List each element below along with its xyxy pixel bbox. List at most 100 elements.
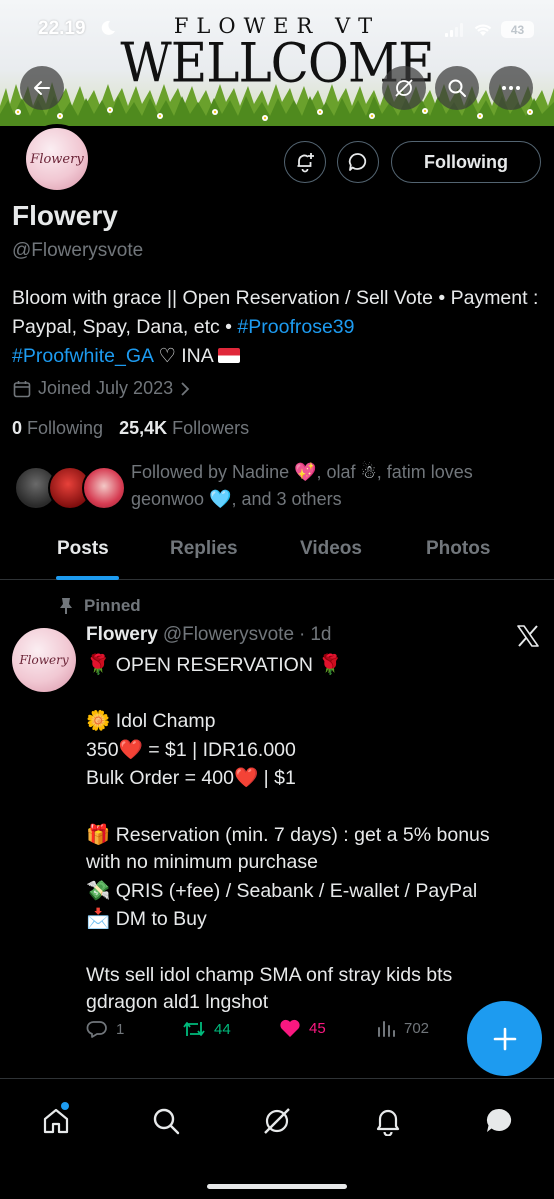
views-icon (378, 1021, 395, 1037)
wifi-icon (474, 24, 492, 36)
back-arrow-icon (34, 81, 50, 95)
reply-count: 1 (116, 1020, 125, 1038)
search-icon (448, 79, 466, 97)
followed-by-part: , olaf (316, 462, 361, 482)
post-text-segment: DM to Buy (110, 908, 207, 931)
calendar-icon (13, 380, 31, 397)
post-actions: 1 44 45 702 (86, 1018, 466, 1046)
profile-tabs: Posts Replies Videos Photos (0, 528, 554, 580)
follow-stats: 0 Following 25,4K Followers (12, 418, 249, 439)
repost-action[interactable]: 44 (182, 1018, 231, 1040)
explore-icon (153, 1108, 180, 1135)
reply-action[interactable]: 1 (86, 1018, 124, 1040)
post-author-name[interactable]: Flowery (86, 624, 158, 646)
pinned-text: Pinned (84, 596, 141, 615)
x-logo-icon (517, 625, 539, 647)
nav-notifications[interactable] (368, 1101, 408, 1141)
post-emoji: ❤️ (233, 766, 259, 790)
battery-indicator: 43 (501, 21, 534, 38)
hashtag-proofwhite-ga[interactable]: #Proofwhite_GA (12, 345, 153, 367)
post-text-line: with no minimum purchase (86, 849, 536, 877)
following-count: 0 (12, 418, 23, 438)
views-action[interactable]: 702 (376, 1018, 429, 1038)
back-button[interactable] (20, 66, 64, 110)
view-count: 702 (404, 1019, 430, 1037)
pin-icon (60, 598, 72, 614)
post-separator: · (299, 624, 306, 645)
message-icon (348, 153, 367, 171)
post-emoji: 📩 (86, 907, 111, 931)
notify-bell-plus-icon (297, 153, 314, 173)
post-text-line: 📩 DM to Buy (86, 905, 536, 934)
hashtag-proofrose39[interactable]: #Proofrose39 (237, 316, 354, 338)
repost-icon (183, 1022, 205, 1036)
grok-button[interactable] (382, 66, 426, 110)
nav-grok[interactable] (257, 1101, 297, 1141)
sparkling-heart-emoji: 💖 (294, 462, 317, 483)
post-text-line: 💸 QRIS (+fee) / Seabank / E-wallet / Pay… (86, 877, 536, 906)
search-button[interactable] (435, 66, 479, 110)
notifications-icon (376, 1109, 400, 1136)
tab-posts[interactable]: Posts (57, 538, 109, 560)
notify-button[interactable] (284, 141, 326, 183)
followed-by-text[interactable]: Followed by Nadine 💖, olaf ☃, fatim love… (131, 459, 531, 513)
post-text-line (86, 680, 536, 708)
profile-avatar[interactable]: Flowery (22, 124, 92, 194)
messages-icon (486, 1108, 512, 1132)
grok-nav-icon (264, 1108, 290, 1134)
tab-photos[interactable]: Photos (426, 538, 490, 560)
like-count: 45 (309, 1019, 326, 1037)
signal-icon (445, 22, 463, 37)
post-text-line: Wts sell idol champ SMA onf stray kids b… (86, 962, 536, 990)
tab-replies[interactable]: Replies (170, 538, 238, 560)
more-button[interactable] (489, 66, 533, 110)
post-text-line: Bulk Order = 400❤️ | $1 (86, 764, 536, 793)
repost-count: 44 (214, 1020, 231, 1038)
post-text-segment: Wts sell idol champ SMA onf stray kids b… (86, 963, 453, 986)
status-time: 22.19 (38, 18, 86, 39)
post-emoji: 🌹 (86, 653, 111, 676)
nav-messages[interactable] (479, 1101, 519, 1141)
post-text-line: 🌼 Idol Champ (86, 707, 536, 736)
post-text-segment: Bulk Order = 400 (86, 767, 234, 790)
followers-stat[interactable]: 25,4K Followers (119, 418, 249, 439)
joined-text: Joined July 2023 (38, 378, 174, 398)
post-emoji: 🌹 (318, 653, 343, 676)
profile-banner: FLOWER VT WELLCOME 22.19 43 (0, 0, 554, 126)
post-text-line: 🎁 Reservation (min. 7 days) : get a 5% b… (86, 821, 536, 850)
post-text-line: gdragon ald1 lngshot (86, 989, 536, 1017)
like-action[interactable]: 45 (279, 1018, 326, 1038)
post-author-avatar[interactable]: Flowery (12, 628, 76, 692)
pinned-label: Pinned (58, 596, 141, 616)
active-tab-indicator (56, 576, 119, 580)
nav-home[interactable] (36, 1101, 76, 1141)
bottom-navigation (0, 1078, 554, 1199)
do-not-disturb-moon-icon (101, 20, 115, 35)
indonesia-flag-icon (217, 348, 240, 363)
followed-by-avatars[interactable] (14, 466, 126, 512)
home-unread-dot (61, 1102, 69, 1110)
post-text-line (86, 793, 536, 821)
followers-label: Followers (172, 418, 250, 438)
message-button[interactable] (337, 141, 379, 183)
post-emoji: 🎁 (86, 822, 111, 846)
post-time: 1d (310, 624, 332, 645)
post-emoji: ❤️ (118, 737, 143, 761)
following-button[interactable]: Following (391, 141, 541, 183)
followed-by-part: , and 3 others (231, 489, 342, 509)
followers-count: 25,4K (119, 418, 168, 438)
nav-explore[interactable] (146, 1101, 186, 1141)
post-text-line (86, 934, 536, 962)
following-stat[interactable]: 0 Following (12, 418, 103, 439)
post-text-segment: 350 (86, 738, 119, 761)
tab-videos[interactable]: Videos (300, 538, 362, 560)
plus-icon (493, 1027, 516, 1050)
post-author-handle: @Flowerysvote (162, 624, 295, 645)
post-text-segment: gdragon ald1 lngshot (86, 991, 269, 1014)
post-text-segment: | $1 (258, 767, 296, 790)
post-emoji: 💸 (86, 878, 111, 902)
post-header: Flowery @Flowerysvote · 1d (86, 624, 332, 646)
post-text-segment: Reservation (min. 7 days) : get a 5% bon… (110, 823, 490, 846)
compose-post-button[interactable] (467, 1001, 542, 1076)
post-emoji: 🌼 (86, 709, 111, 733)
